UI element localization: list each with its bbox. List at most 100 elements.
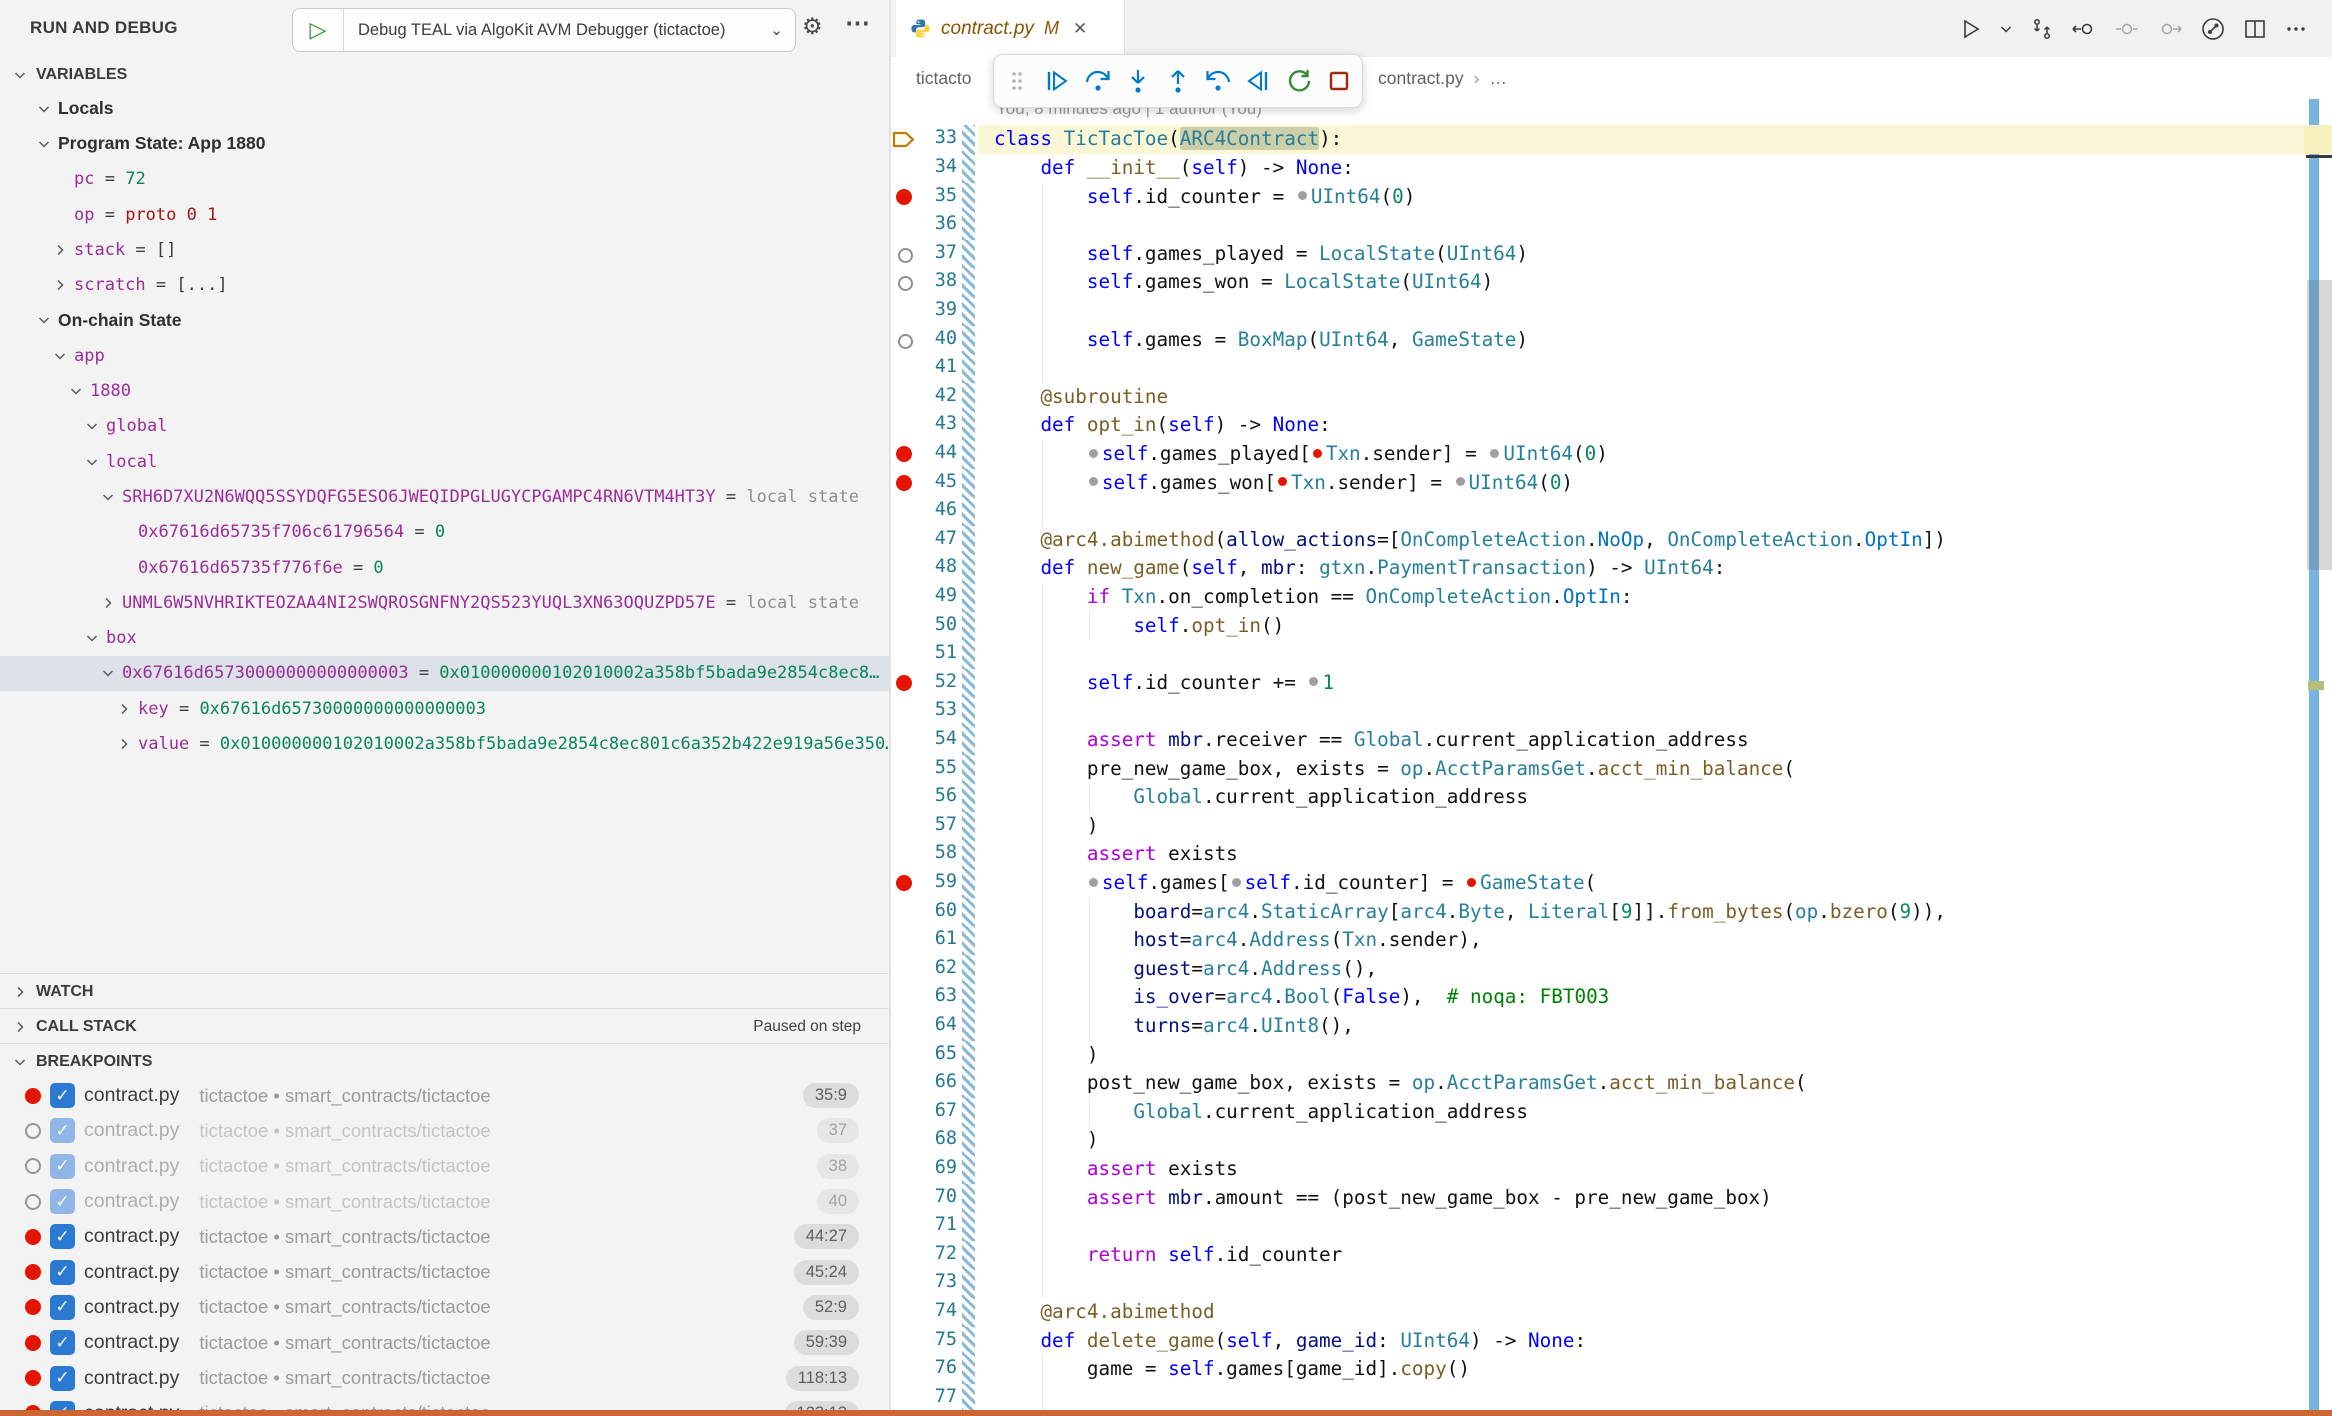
split-editor-icon[interactable] (2243, 17, 2267, 41)
code-line-42[interactable]: 42 @subroutine (891, 383, 2332, 412)
code-line-46[interactable]: 46 (891, 497, 2332, 526)
breakpoint-row[interactable]: ✓contract.pytictactoe • smart_contracts/… (0, 1255, 889, 1290)
step-into-button[interactable] (1121, 64, 1155, 98)
breakpoint-checkbox[interactable]: ✓ (50, 1366, 75, 1391)
line-number[interactable]: 71 (917, 1214, 957, 1235)
chevron-down-icon[interactable] (52, 348, 68, 364)
code-line-58[interactable]: 58 assert exists (891, 840, 2332, 869)
stop-button[interactable] (1322, 64, 1356, 98)
line-number[interactable]: 49 (917, 585, 957, 606)
code-line-75[interactable]: 75 def delete_game(self, game_id: UInt64… (891, 1327, 2332, 1356)
run-dropdown-icon[interactable] (1999, 22, 2013, 36)
line-number[interactable]: 39 (917, 299, 957, 320)
breakpoint-row[interactable]: ✓contract.pytictactoe • smart_contracts/… (0, 1290, 889, 1325)
step-back-button[interactable] (1201, 64, 1235, 98)
variables-tree-row[interactable]: 0x67616d65735f706c61796564 = 0 (0, 515, 889, 550)
line-number[interactable]: 61 (917, 928, 957, 949)
variables-tree-row[interactable]: pc = 72 (0, 162, 889, 197)
breakpoint-checkbox[interactable]: ✓ (50, 1330, 75, 1355)
chevron-down-icon[interactable] (84, 630, 100, 646)
restart-button[interactable] (1282, 64, 1316, 98)
code-line-64[interactable]: 64 turns=arc4.UInt8(), (891, 1012, 2332, 1041)
variables-tree-row[interactable]: scratch = [...] (0, 268, 889, 303)
chevron-right-icon[interactable] (116, 701, 132, 717)
chevron-down-icon[interactable] (36, 136, 52, 152)
inline-breakpoint-candidate-icon[interactable] (1298, 191, 1307, 200)
variables-tree-row[interactable]: op = proto 0 1 (0, 197, 889, 232)
code-line-53[interactable]: 53 (891, 697, 2332, 726)
breakpoint-row[interactable]: ✓contract.pytictactoe • smart_contracts/… (0, 1149, 889, 1184)
line-number[interactable]: 50 (917, 614, 957, 635)
code-line-50[interactable]: 50 self.opt_in() (891, 612, 2332, 641)
line-number[interactable]: 56 (917, 785, 957, 806)
line-number[interactable]: 34 (917, 156, 957, 177)
compare-changes-icon[interactable] (2030, 17, 2054, 41)
inline-breakpoint-candidate-icon[interactable] (1089, 477, 1098, 486)
line-number[interactable]: 74 (917, 1300, 957, 1321)
line-number[interactable]: 37 (917, 242, 957, 263)
code-line-56[interactable]: 56 Global.current_application_address (891, 783, 2332, 812)
code-line-77[interactable]: 77 (891, 1384, 2332, 1410)
variables-tree-row[interactable]: box (0, 621, 889, 656)
code-line-66[interactable]: 66 post_new_game_box, exists = op.AcctPa… (891, 1069, 2332, 1098)
code-line-37[interactable]: 37 self.games_played = LocalState(UInt64… (891, 240, 2332, 269)
line-number[interactable]: 33 (917, 127, 957, 148)
code-line-65[interactable]: 65 ) (891, 1041, 2332, 1070)
code-line-67[interactable]: 67 Global.current_application_address (891, 1098, 2332, 1127)
code-line-59[interactable]: 59 self.games[self.id_counter] = GameSta… (891, 869, 2332, 898)
chevron-down-icon[interactable] (84, 454, 100, 470)
code-line-44[interactable]: 44 self.games_played[Txn.sender] = UInt6… (891, 440, 2332, 469)
inline-breakpoint-candidate-icon[interactable] (1490, 449, 1499, 458)
inline-breakpoint-icon[interactable] (1313, 449, 1322, 458)
line-number[interactable]: 46 (917, 499, 957, 520)
breadcrumb-folder[interactable]: tictacto (916, 68, 971, 89)
editor-scrollbar[interactable] (2307, 280, 2332, 570)
inline-breakpoint-icon[interactable] (1278, 477, 1287, 486)
line-number[interactable]: 64 (917, 1014, 957, 1035)
line-number[interactable]: 59 (917, 871, 957, 892)
chevron-down-icon[interactable] (84, 418, 100, 434)
code-line-38[interactable]: 38 self.games_won = LocalState(UInt64) (891, 268, 2332, 297)
tab-close-icon[interactable]: ✕ (1073, 19, 1087, 39)
code-line-62[interactable]: 62 guest=arc4.Address(), (891, 955, 2332, 984)
chevron-down-icon[interactable] (36, 101, 52, 117)
code-line-39[interactable]: 39 (891, 297, 2332, 326)
variables-tree-row[interactable]: key = 0x67616d65730000000000000003 (0, 691, 889, 726)
chevron-down-icon[interactable] (100, 489, 116, 505)
line-number[interactable]: 73 (917, 1271, 957, 1292)
line-number[interactable]: 70 (917, 1186, 957, 1207)
debug-config-dropdown[interactable]: ▷ Debug TEAL via AlgoKit AVM Debugger (t… (292, 8, 796, 52)
breakpoint-icon[interactable] (896, 675, 912, 691)
settings-gear-icon[interactable]: ⚙ (802, 13, 823, 40)
code-line-47[interactable]: 47 @arc4.abimethod(allow_actions=[OnComp… (891, 526, 2332, 555)
breadcrumb-file[interactable]: contract.py (1378, 68, 1464, 89)
line-number[interactable]: 40 (917, 328, 957, 349)
chevron-down-icon[interactable] (68, 383, 84, 399)
code-line-34[interactable]: 34 def __init__(self) -> None: (891, 154, 2332, 183)
breakpoints-section-header[interactable]: BREAKPOINTS (0, 1043, 889, 1079)
code-line-69[interactable]: 69 assert exists (891, 1155, 2332, 1184)
breakpoint-icon[interactable] (896, 875, 912, 891)
line-number[interactable]: 66 (917, 1071, 957, 1092)
chevron-right-icon[interactable] (100, 595, 116, 611)
code-line-35[interactable]: 35 self.id_counter = UInt64(0) (891, 183, 2332, 212)
breakpoint-row[interactable]: ✓contract.pytictactoe • smart_contracts/… (0, 1184, 889, 1219)
variables-tree-row[interactable]: stack = [] (0, 232, 889, 267)
line-number[interactable]: 60 (917, 900, 957, 921)
variables-tree-row[interactable]: Program State: App 1880 (0, 126, 889, 161)
inline-breakpoint-candidate-icon[interactable] (1456, 477, 1465, 486)
line-number[interactable]: 51 (917, 642, 957, 663)
inline-breakpoint-candidate-icon[interactable] (1232, 878, 1241, 887)
code-line-45[interactable]: 45 self.games_won[Txn.sender] = UInt64(0… (891, 469, 2332, 498)
code-line-73[interactable]: 73 (891, 1269, 2332, 1298)
line-number[interactable]: 36 (917, 213, 957, 234)
reverse-continue-button[interactable] (1241, 64, 1275, 98)
code-line-51[interactable]: 51 (891, 640, 2332, 669)
breakpoint-row[interactable]: ✓contract.pytictactoe • smart_contracts/… (0, 1360, 889, 1395)
breakpoint-icon[interactable] (896, 446, 912, 462)
code-line-76[interactable]: 76 game = self.games[game_id].copy() (891, 1355, 2332, 1384)
code-line-55[interactable]: 55 pre_new_game_box, exists = op.AcctPar… (891, 755, 2332, 784)
code-line-49[interactable]: 49 if Txn.on_completion == OnCompleteAct… (891, 583, 2332, 612)
line-number[interactable]: 48 (917, 556, 957, 577)
code-line-57[interactable]: 57 ) (891, 812, 2332, 841)
